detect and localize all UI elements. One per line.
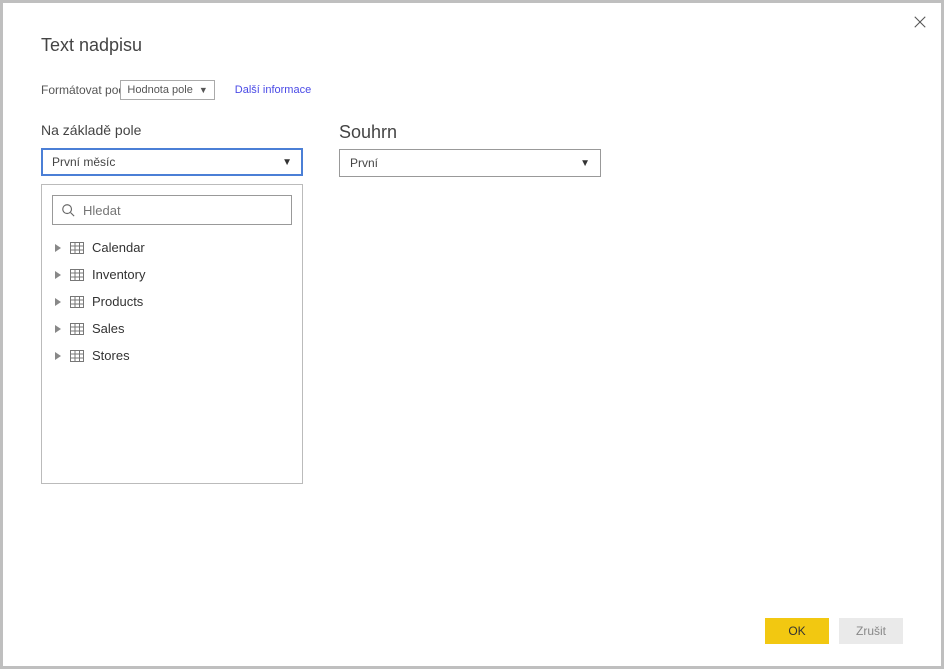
ok-button[interactable]: OK — [765, 618, 829, 644]
field-basis-column: Na základě pole První měsíc ▼ — [41, 122, 303, 484]
table-tree: Calendar Inventory — [52, 235, 292, 368]
cancel-button[interactable]: Zrušit — [839, 618, 903, 644]
tree-item-label: Calendar — [92, 240, 145, 255]
expand-icon — [54, 244, 62, 252]
expand-icon — [54, 271, 62, 279]
format-select[interactable]: Hodnota pole ▼ — [120, 80, 214, 100]
tree-item-sales[interactable]: Sales — [52, 316, 292, 341]
close-button[interactable] — [911, 13, 929, 31]
tree-item-stores[interactable]: Stores — [52, 343, 292, 368]
dialog: Text nadpisu Formátovat podle Hodnota po… — [3, 3, 941, 666]
field-picker-popup: Calendar Inventory — [41, 184, 303, 484]
format-row: Formátovat podle Hodnota pole ▼ Další in… — [41, 80, 903, 100]
field-basis-value: První měsíc — [52, 155, 115, 169]
search-box[interactable] — [52, 195, 292, 225]
columns: Na základě pole První měsíc ▼ — [41, 122, 903, 484]
expand-icon — [54, 352, 62, 360]
tree-item-label: Stores — [92, 348, 130, 363]
summary-value: První — [350, 156, 378, 170]
search-icon — [61, 203, 75, 217]
tree-item-label: Products — [92, 294, 143, 309]
summary-label: Souhrn — [339, 122, 601, 143]
close-icon — [913, 15, 927, 29]
tree-item-calendar[interactable]: Calendar — [52, 235, 292, 260]
search-input[interactable] — [83, 203, 283, 218]
caret-down-icon: ▼ — [580, 158, 590, 169]
tree-item-inventory[interactable]: Inventory — [52, 262, 292, 287]
more-info-link[interactable]: Další informace — [235, 84, 311, 96]
format-select-value: Hodnota pole — [127, 84, 192, 96]
table-icon — [70, 296, 84, 308]
table-icon — [70, 323, 84, 335]
dialog-title: Text nadpisu — [41, 35, 903, 56]
dialog-footer: OK Zrušit — [765, 618, 903, 644]
caret-down-icon: ▼ — [199, 85, 208, 95]
summary-dropdown[interactable]: První ▼ — [339, 149, 601, 177]
expand-icon — [54, 298, 62, 306]
table-icon — [70, 269, 84, 281]
field-basis-label: Na základě pole — [41, 122, 303, 138]
tree-item-label: Inventory — [92, 267, 145, 282]
caret-down-icon: ▼ — [282, 157, 292, 168]
table-icon — [70, 350, 84, 362]
summary-column: Souhrn První ▼ — [339, 122, 601, 484]
expand-icon — [54, 325, 62, 333]
table-icon — [70, 242, 84, 254]
field-basis-dropdown[interactable]: První měsíc ▼ — [41, 148, 303, 176]
tree-item-products[interactable]: Products — [52, 289, 292, 314]
tree-item-label: Sales — [92, 321, 125, 336]
